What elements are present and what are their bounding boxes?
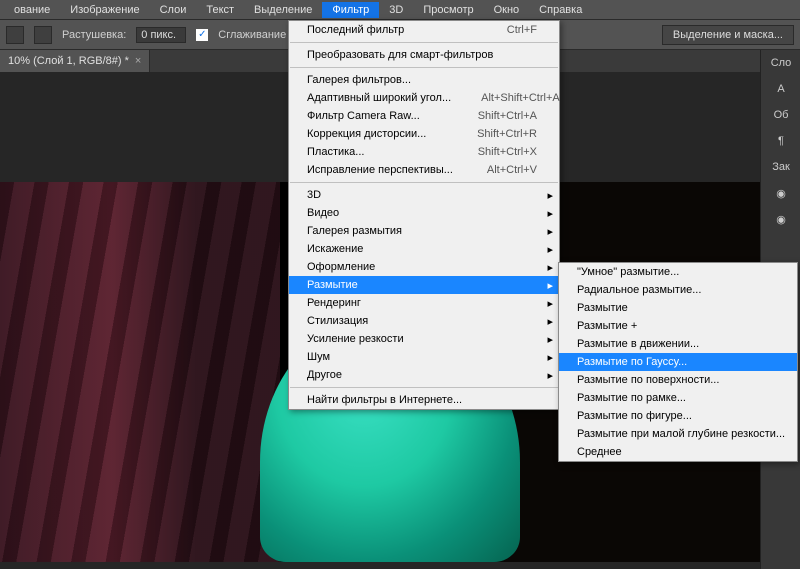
panel-icon-paragraph[interactable]: ¶ <box>761 128 800 154</box>
blur-radial[interactable]: Радиальное размытие... <box>559 281 797 299</box>
submenu-sharpen[interactable]: Усиление резкости▸ <box>289 330 559 348</box>
submenu-other[interactable]: Другое▸ <box>289 366 559 384</box>
blur-surface[interactable]: Размытие по поверхности... <box>559 371 797 389</box>
menu-edit[interactable]: ование <box>4 2 60 18</box>
blur-blur[interactable]: Размытие <box>559 299 797 317</box>
submenu-3d[interactable]: 3D▸ <box>289 186 559 204</box>
chevron-right-icon: ▸ <box>547 207 553 220</box>
submenu-blur[interactable]: Размытие▸ <box>289 276 559 294</box>
panel-tab-bookmarks[interactable]: Зак <box>761 154 800 180</box>
eye-icon[interactable]: ◉ <box>761 180 800 206</box>
chevron-right-icon: ▸ <box>547 333 553 346</box>
menu-camera-raw[interactable]: Фильтр Camera Raw...Shift+Ctrl+A <box>289 107 559 125</box>
menu-3d[interactable]: 3D <box>379 2 413 18</box>
menu-browse-online[interactable]: Найти фильтры в Интернете... <box>289 391 559 409</box>
menu-adaptive-wide[interactable]: Адаптивный широкий угол...Alt+Shift+Ctrl… <box>289 89 559 107</box>
smoothing-checkbox[interactable]: ✓ <box>196 29 208 41</box>
document-tab[interactable]: 10% (Слой 1, RGB/8#) * × <box>0 50 150 72</box>
blur-blur-more[interactable]: Размытие + <box>559 317 797 335</box>
submenu-stylize[interactable]: Стилизация▸ <box>289 312 559 330</box>
chevron-right-icon: ▸ <box>547 279 553 292</box>
panel-tab-adjust[interactable]: Об <box>761 102 800 128</box>
close-icon[interactable]: × <box>135 55 141 67</box>
document-tab-title: 10% (Слой 1, RGB/8#) * <box>8 55 129 67</box>
menu-last-filter[interactable]: Последний фильтрCtrl+F <box>289 21 559 39</box>
blur-motion[interactable]: Размытие в движении... <box>559 335 797 353</box>
submenu-noise[interactable]: Шум▸ <box>289 348 559 366</box>
submenu-blur-gallery[interactable]: Галерея размытия▸ <box>289 222 559 240</box>
chevron-right-icon: ▸ <box>547 351 553 364</box>
chevron-right-icon: ▸ <box>547 315 553 328</box>
chevron-right-icon: ▸ <box>547 261 553 274</box>
submenu-distort[interactable]: Искажение▸ <box>289 240 559 258</box>
menu-convert-smart[interactable]: Преобразовать для смарт-фильтров <box>289 46 559 64</box>
feather-input[interactable]: 0 пикс. <box>136 27 186 43</box>
menu-text[interactable]: Текст <box>196 2 244 18</box>
submenu-render[interactable]: Рендеринг▸ <box>289 294 559 312</box>
menu-vanishing-point[interactable]: Исправление перспективы...Alt+Ctrl+V <box>289 161 559 179</box>
blur-gaussian[interactable]: Размытие по Гауссу... <box>559 353 797 371</box>
menu-view[interactable]: Просмотр <box>413 2 483 18</box>
blur-lens[interactable]: Размытие при малой глубине резкости... <box>559 425 797 443</box>
chevron-right-icon: ▸ <box>547 369 553 382</box>
eye-icon-2[interactable]: ◉ <box>761 206 800 232</box>
menu-layers[interactable]: Слои <box>150 2 197 18</box>
menu-lens-correction[interactable]: Коррекция дисторсии...Shift+Ctrl+R <box>289 125 559 143</box>
selection-mode-icon[interactable] <box>6 26 24 44</box>
select-and-mask-button[interactable]: Выделение и маска... <box>662 25 794 45</box>
menu-liquify[interactable]: Пластика...Shift+Ctrl+X <box>289 143 559 161</box>
feather-label: Растушевка: <box>62 29 126 41</box>
blur-shape[interactable]: Размытие по фигуре... <box>559 407 797 425</box>
chevron-right-icon: ▸ <box>547 243 553 256</box>
smoothing-label: Сглаживание <box>218 29 286 41</box>
panel-tab-layers[interactable]: Сло <box>761 50 800 76</box>
menu-help[interactable]: Справка <box>529 2 592 18</box>
menu-filter[interactable]: Фильтр <box>322 2 379 18</box>
menu-filter-gallery[interactable]: Галерея фильтров... <box>289 71 559 89</box>
blur-box[interactable]: Размытие по рамке... <box>559 389 797 407</box>
menu-select[interactable]: Выделение <box>244 2 322 18</box>
filter-dropdown: Последний фильтрCtrl+F Преобразовать для… <box>288 20 560 410</box>
menu-window[interactable]: Окно <box>484 2 530 18</box>
main-menubar: ование Изображение Слои Текст Выделение … <box>0 0 800 20</box>
submenu-video[interactable]: Видео▸ <box>289 204 559 222</box>
chevron-right-icon: ▸ <box>547 297 553 310</box>
chevron-right-icon: ▸ <box>547 225 553 238</box>
submenu-stylize-top[interactable]: Оформление▸ <box>289 258 559 276</box>
panel-icon-type[interactable]: A <box>761 76 800 102</box>
menu-image[interactable]: Изображение <box>60 2 149 18</box>
blur-submenu: "Умное" размытие... Радиальное размытие.… <box>558 262 798 462</box>
chevron-right-icon: ▸ <box>547 189 553 202</box>
blur-average[interactable]: Среднее <box>559 443 797 461</box>
selection-mode-icon-2[interactable] <box>34 26 52 44</box>
blur-smart[interactable]: "Умное" размытие... <box>559 263 797 281</box>
